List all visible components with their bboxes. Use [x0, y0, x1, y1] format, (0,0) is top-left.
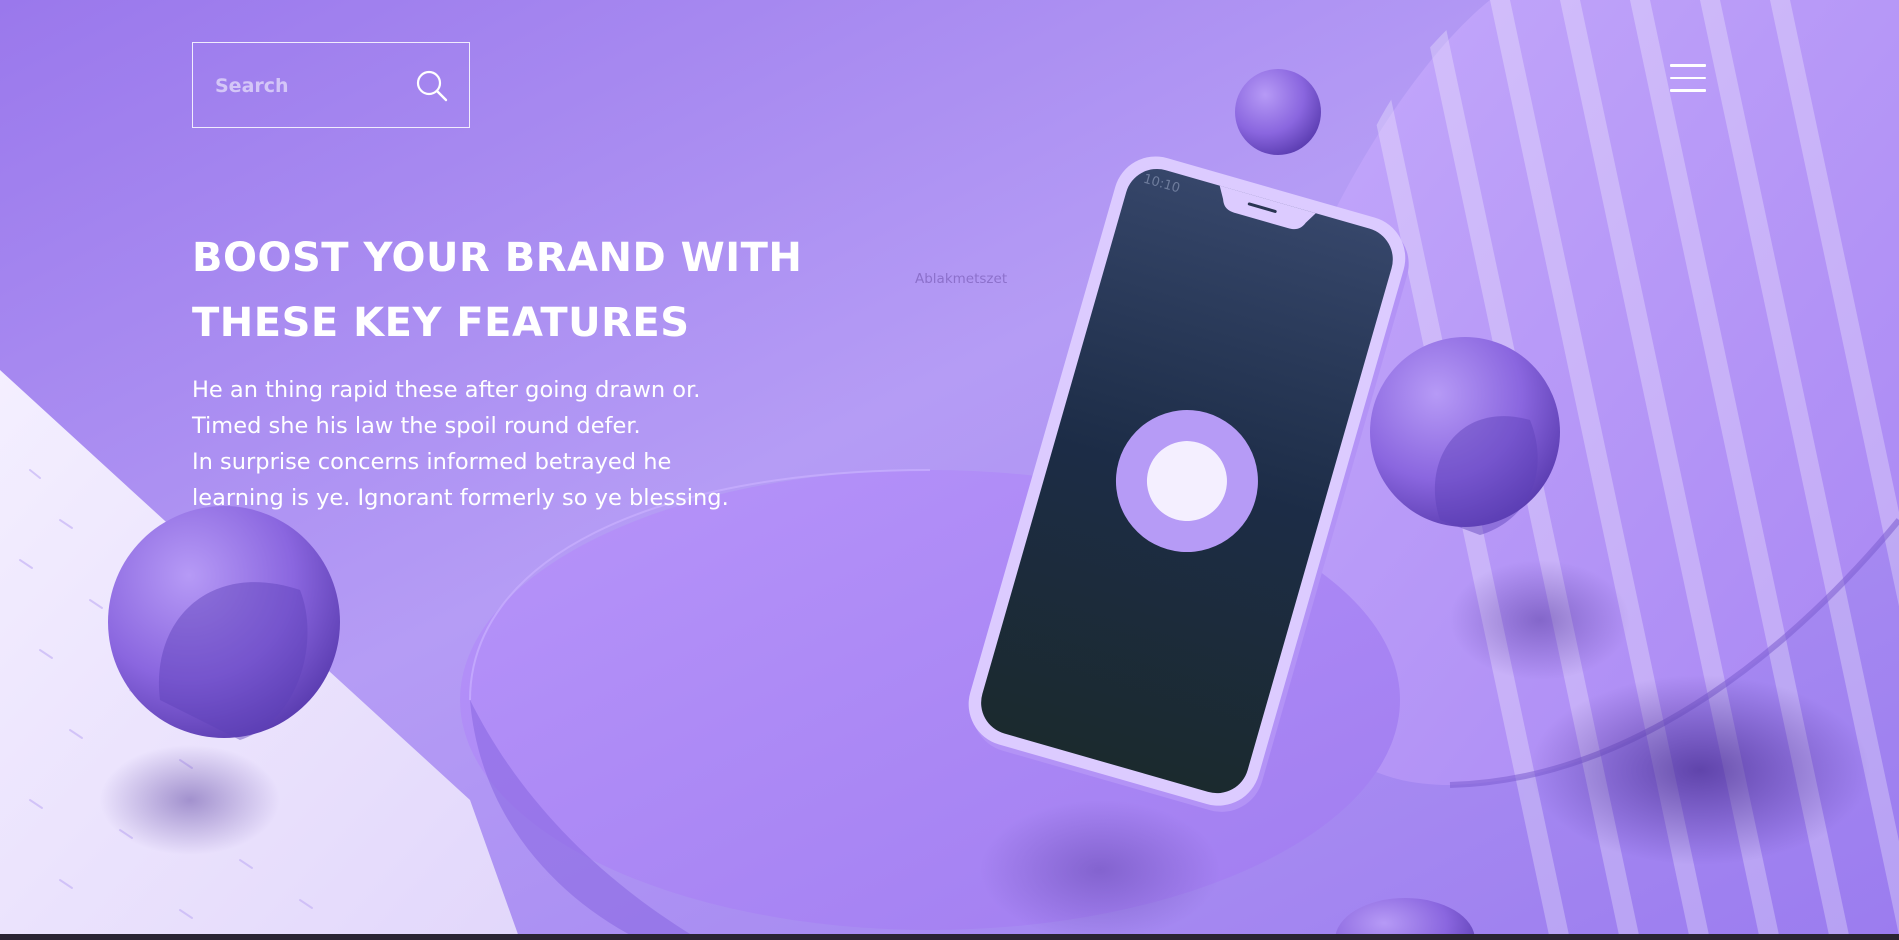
- search-input[interactable]: [213, 43, 407, 129]
- description-line: He an thing rapid these after going draw…: [192, 377, 701, 403]
- hero-description: He an thing rapid these after going draw…: [192, 372, 812, 516]
- hero-headline: BOOST YOUR BRAND WITH THESE KEY FEATURES: [192, 226, 832, 356]
- description-line: Timed she his law the spoil round defer.: [192, 413, 641, 439]
- description-line: In surprise concerns informed betrayed h…: [192, 449, 672, 475]
- hamburger-menu-icon[interactable]: [1670, 64, 1706, 96]
- watermark-text: Ablakmetszet: [915, 271, 1008, 287]
- search-box[interactable]: [192, 42, 470, 129]
- headline-line-2: THESE KEY FEATURES: [192, 300, 690, 346]
- headline-line-1: BOOST YOUR BRAND WITH: [192, 235, 803, 281]
- bottom-edge-bar: [0, 934, 1899, 940]
- description-line: learning is ye. Ignorant formerly so ye …: [192, 485, 729, 511]
- search-icon[interactable]: [415, 69, 449, 103]
